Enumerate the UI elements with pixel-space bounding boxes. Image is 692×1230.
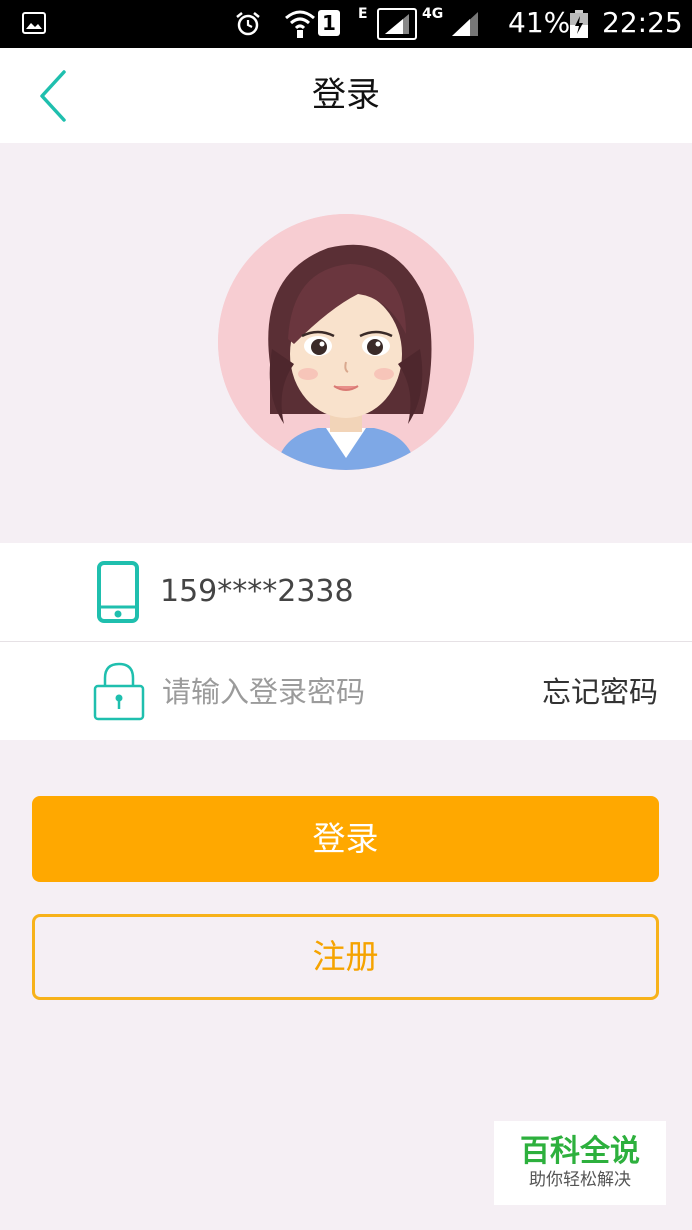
phone-row: 159****2338: [0, 543, 692, 641]
battery-icon: [570, 10, 588, 38]
phone-number-field[interactable]: 159****2338: [160, 543, 354, 641]
password-row: 忘记密码: [0, 642, 692, 740]
watermark: 百科全说 助你轻松解决: [494, 1121, 666, 1205]
signal-icon: [452, 12, 478, 36]
battery-percentage: 41%: [508, 6, 571, 39]
lock-icon: [93, 662, 145, 721]
app-header: 登录: [0, 48, 692, 143]
wifi-icon: [285, 10, 315, 38]
phone-icon: [97, 561, 139, 623]
status-bar: 1 E 4G 41% 22:25: [0, 0, 692, 48]
watermark-title: 百科全说: [520, 1134, 640, 1169]
chevron-left-icon[interactable]: [32, 68, 76, 124]
gallery-icon: [22, 12, 46, 34]
forgot-password-link[interactable]: 忘记密码: [542, 642, 658, 740]
watermark-subtitle: 助你轻松解决: [529, 1170, 631, 1190]
alarm-icon: [236, 12, 260, 36]
network-type-4g: 4G: [422, 6, 444, 22]
sim-slot-indicator: 1: [318, 10, 340, 36]
password-input[interactable]: [160, 666, 524, 718]
login-button[interactable]: 登录: [32, 796, 659, 882]
network-type-e: E: [358, 6, 368, 22]
clock: 22:25: [602, 6, 683, 39]
page-title: 登录: [312, 75, 380, 115]
register-button[interactable]: 注册: [32, 914, 659, 1000]
signal-icon: [377, 8, 417, 40]
user-avatar: [218, 214, 474, 470]
